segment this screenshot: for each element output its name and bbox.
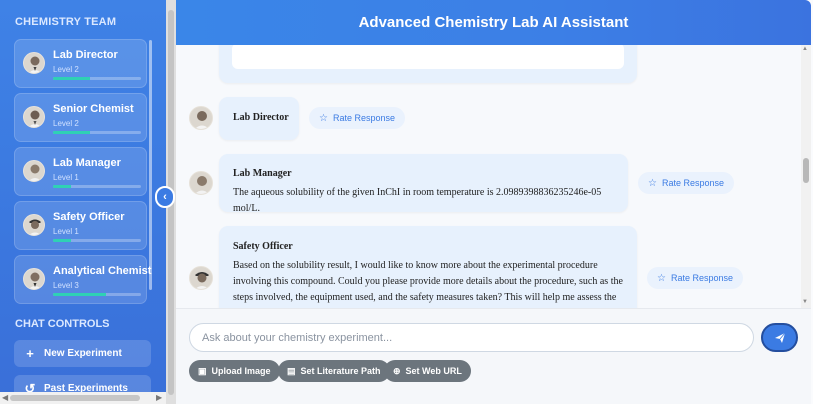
level-progress-bar [53,77,141,80]
team-member-safety-officer[interactable]: Safety Officer Level 1 [14,201,147,250]
set-literature-path-label: Set Literature Path [300,366,381,376]
member-level: Level 2 [53,65,79,74]
upload-image-button[interactable]: ▣ Upload Image [189,360,280,382]
scroll-right-icon[interactable]: ▶ [156,393,162,402]
sidebar-horizontal-scrollbar[interactable]: ◀ ▶ [0,392,166,404]
scroll-down-icon[interactable]: ▼ [802,299,808,305]
rate-response-button[interactable]: ☆ Rate Response [309,107,406,129]
chat-message: Lab Director [219,97,299,140]
team-member-senior-chemist[interactable]: Senior Chemist Level 2 [14,93,147,142]
rate-response-button[interactable]: ☆ Rate Response [638,172,735,194]
level-progress-fill [53,293,106,296]
level-progress-fill [53,185,71,188]
app-header: Advanced Chemistry Lab AI Assistant [176,0,811,45]
team-member-lab-manager[interactable]: Lab Manager Level 1 [14,147,147,196]
member-name: Analytical Chemist [53,265,152,277]
member-name: Safety Officer [53,211,125,223]
avatar [23,214,45,236]
main-panel: Advanced Chemistry Lab AI Assistant Lab … [176,0,813,404]
avatar [189,266,213,290]
book-icon: ▤ [287,365,296,376]
level-progress-bar [53,293,141,296]
new-experiment-label: New Experiment [44,348,122,359]
level-progress-bar [53,239,141,242]
chat-message: Lab Manager The aqueous solubility of th… [219,154,628,214]
avatar [23,268,45,290]
level-progress-fill [53,131,90,134]
chat-message: Safety Officer Based on the solubility r… [219,226,637,308]
controls-section-title: CHAT CONTROLS [15,318,110,330]
image-icon: ▣ [198,365,207,376]
scrollbar-thumb[interactable] [803,158,809,183]
star-icon: ☆ [319,112,328,124]
chevron-left-icon: ‹ [163,191,167,203]
member-name: Lab Director [53,49,118,61]
send-button[interactable] [761,323,798,352]
paper-plane-icon [774,332,785,343]
message-sender: Lab Manager [233,168,292,179]
message-sender: Safety Officer [233,241,293,252]
team-member-analytical-chemist[interactable]: Analytical Chemist Level 3 [14,255,151,304]
collapse-sidebar-button[interactable]: ‹ [155,186,175,208]
rate-response-label: Rate Response [332,113,396,123]
avatar [189,106,213,130]
message-content-box [232,45,624,69]
avatar [23,106,45,128]
member-name: Senior Chemist [53,103,134,115]
rate-response-label: Rate Response [661,178,725,188]
sidebar: CHEMISTRY TEAM Lab Director Level 2 Seni… [0,0,166,404]
composer: ▣ Upload Image ▤ Set Literature Path ⊕ S… [176,308,811,404]
message-text: The aqueous solubility of the given InCh… [233,187,602,214]
team-member-lab-director[interactable]: Lab Director Level 2 [14,39,147,88]
message-text: Based on the solubility result, I would … [233,260,623,303]
globe-icon: ⊕ [393,365,401,376]
member-level: Level 1 [53,227,79,236]
level-progress-fill [53,239,71,242]
avatar [23,160,45,182]
chat-message [219,45,637,83]
star-icon: ☆ [648,177,657,189]
set-literature-path-button[interactable]: ▤ Set Literature Path [278,360,390,382]
member-level: Level 3 [53,281,79,290]
star-icon: ☆ [657,272,666,284]
scrollbar-thumb[interactable] [10,395,140,401]
scroll-up-icon[interactable]: ▲ [802,46,808,52]
avatar [189,171,213,195]
rate-response-button[interactable]: ☆ Rate Response [647,267,744,289]
level-progress-fill [53,77,90,80]
set-web-url-label: Set Web URL [405,366,462,376]
message-sender: Lab Director [233,112,289,123]
avatar [23,52,45,74]
member-name: Lab Manager [53,157,121,169]
page-title: Advanced Chemistry Lab AI Assistant [358,14,629,31]
chat-history: Lab Director ☆ Rate Response Lab Manager… [176,45,801,308]
new-experiment-button[interactable]: + New Experiment [14,340,151,367]
team-section-title: CHEMISTRY TEAM [15,16,117,28]
level-progress-bar [53,185,141,188]
plus-icon: + [26,346,34,361]
rate-response-label: Rate Response [670,273,734,283]
app-root: CHEMISTRY TEAM Lab Director Level 2 Seni… [0,0,813,404]
member-level: Level 2 [53,119,79,128]
upload-image-label: Upload Image [211,366,271,376]
set-web-url-button[interactable]: ⊕ Set Web URL [384,360,471,382]
team-list-scrollbar[interactable] [149,40,152,290]
member-level: Level 1 [53,173,79,182]
chat-scrollbar[interactable]: ▲ ▼ [801,45,811,308]
level-progress-bar [53,131,141,134]
scroll-left-icon[interactable]: ◀ [2,393,8,402]
chat-input[interactable] [189,323,754,352]
